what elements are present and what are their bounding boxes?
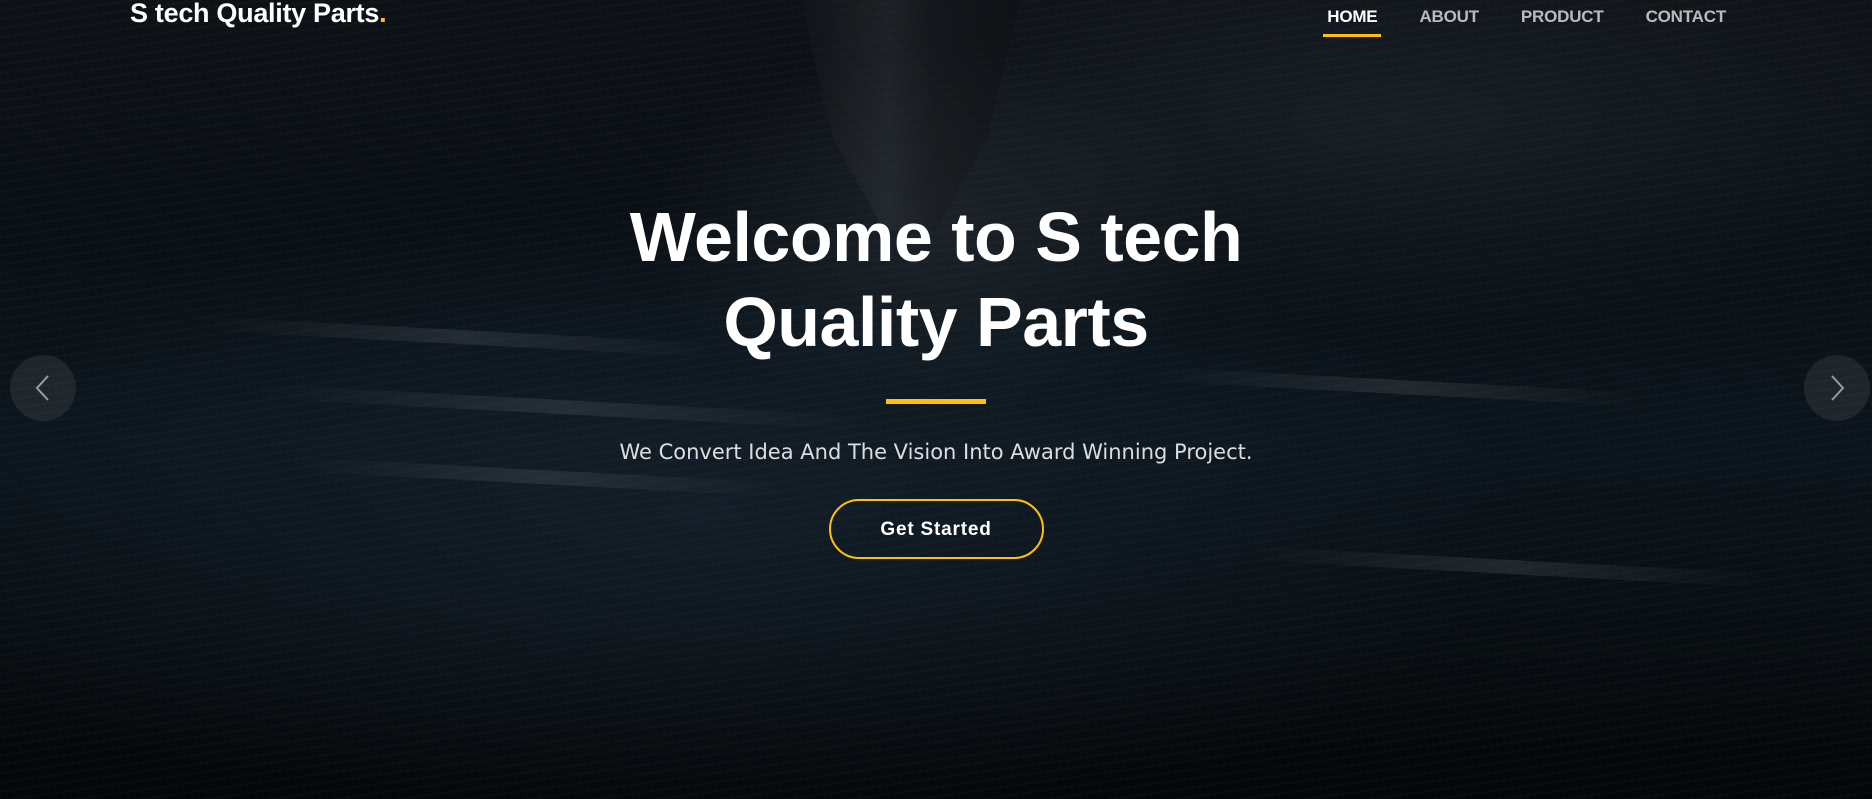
main-nav: HOME ABOUT PRODUCT CONTACT — [1306, 6, 1747, 37]
chevron-right-icon — [1826, 373, 1848, 403]
title-divider — [886, 399, 986, 404]
logo-dot: . — [379, 0, 387, 28]
get-started-button[interactable]: Get Started — [828, 499, 1044, 559]
logo-text: S tech Quality Parts — [130, 0, 380, 28]
hero-content: Welcome to S tech Quality Parts We Conve… — [0, 195, 1872, 559]
hero-title-line1: Welcome to S tech — [629, 198, 1243, 276]
nav-item-label: HOME — [1327, 7, 1378, 26]
carousel-next-button[interactable] — [1804, 355, 1870, 421]
hero-title: Welcome to S tech Quality Parts — [586, 195, 1286, 365]
nav-item-label: CONTACT — [1645, 7, 1727, 26]
site-header: S tech Quality Parts. HOME ABOUT PRODUCT… — [0, 0, 1872, 40]
nav-item-home[interactable]: HOME — [1306, 6, 1398, 37]
hero-title-line2: Quality Parts — [723, 283, 1149, 361]
nav-item-label: ABOUT — [1419, 7, 1479, 26]
carousel-prev-button[interactable] — [10, 355, 76, 421]
hero-subtitle: We Convert Idea And The Vision Into Awar… — [619, 440, 1253, 464]
hero-section: S tech Quality Parts. HOME ABOUT PRODUCT… — [0, 0, 1872, 799]
nav-item-label: PRODUCT — [1520, 7, 1604, 26]
chevron-left-icon — [32, 373, 54, 403]
site-logo[interactable]: S tech Quality Parts. — [130, 0, 387, 29]
nav-item-product[interactable]: PRODUCT — [1500, 6, 1625, 28]
nav-item-contact[interactable]: CONTACT — [1625, 6, 1747, 28]
nav-item-about[interactable]: ABOUT — [1398, 6, 1499, 28]
nav-active-indicator — [1323, 34, 1382, 37]
